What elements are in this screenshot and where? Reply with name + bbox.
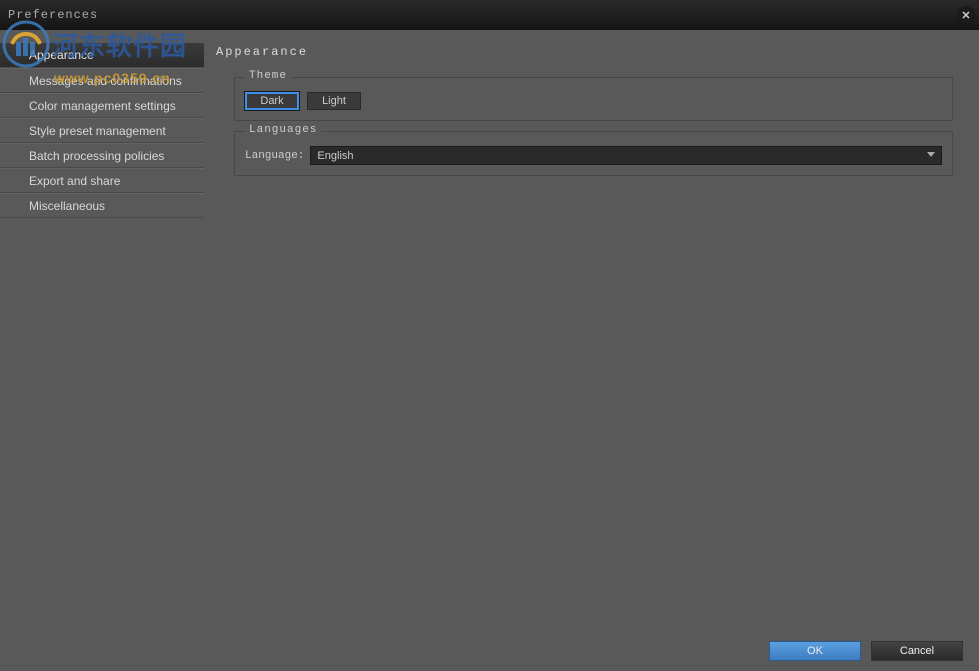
sidebar-item-label: Miscellaneous [29,199,105,213]
sidebar-item-label: Appearance [29,48,94,62]
languages-legend: Languages [245,124,321,136]
close-icon: ✕ [961,9,970,22]
theme-dark-button[interactable]: Dark [245,92,299,110]
footer: OK Cancel [0,631,979,671]
sidebar-item-label: Messages and confirmations [29,74,182,88]
content-area: Appearance Theme Dark Light Languages La… [204,30,979,631]
sidebar-item-appearance[interactable]: Appearance [0,43,204,68]
theme-fieldset: Theme Dark Light [234,77,953,121]
languages-fieldset: Languages Language: English [234,131,953,176]
theme-light-label: Light [322,95,346,107]
window-title: Preferences [8,8,98,22]
sidebar-item-messages[interactable]: Messages and confirmations [0,68,204,93]
ok-label: OK [807,645,823,657]
titlebar: Preferences ✕ [0,0,979,30]
main-area: Appearance Messages and confirmations Co… [0,30,979,631]
chevron-down-icon [927,152,935,157]
sidebar-item-label: Batch processing policies [29,149,164,163]
sidebar-item-color-management[interactable]: Color management settings [0,93,204,118]
ok-button[interactable]: OK [769,641,861,661]
language-selected-value: English [317,150,353,162]
theme-buttons: Dark Light [245,92,942,110]
sidebar: Appearance Messages and confirmations Co… [0,30,204,631]
sidebar-item-label: Style preset management [29,124,166,138]
theme-legend: Theme [245,70,291,82]
language-select[interactable]: English [310,146,942,165]
sidebar-item-style-preset[interactable]: Style preset management [0,118,204,143]
sidebar-item-batch-processing[interactable]: Batch processing policies [0,143,204,168]
theme-dark-label: Dark [260,95,283,107]
cancel-label: Cancel [900,645,934,657]
sidebar-item-label: Export and share [29,174,120,188]
sidebar-item-export-share[interactable]: Export and share [0,168,204,193]
theme-light-button[interactable]: Light [307,92,361,110]
cancel-button[interactable]: Cancel [871,641,963,661]
close-button[interactable]: ✕ [957,6,975,24]
content-title: Appearance [216,45,953,59]
sidebar-item-miscellaneous[interactable]: Miscellaneous [0,193,204,218]
language-label: Language: [245,150,304,162]
language-row: Language: English [245,146,942,165]
sidebar-item-label: Color management settings [29,99,176,113]
